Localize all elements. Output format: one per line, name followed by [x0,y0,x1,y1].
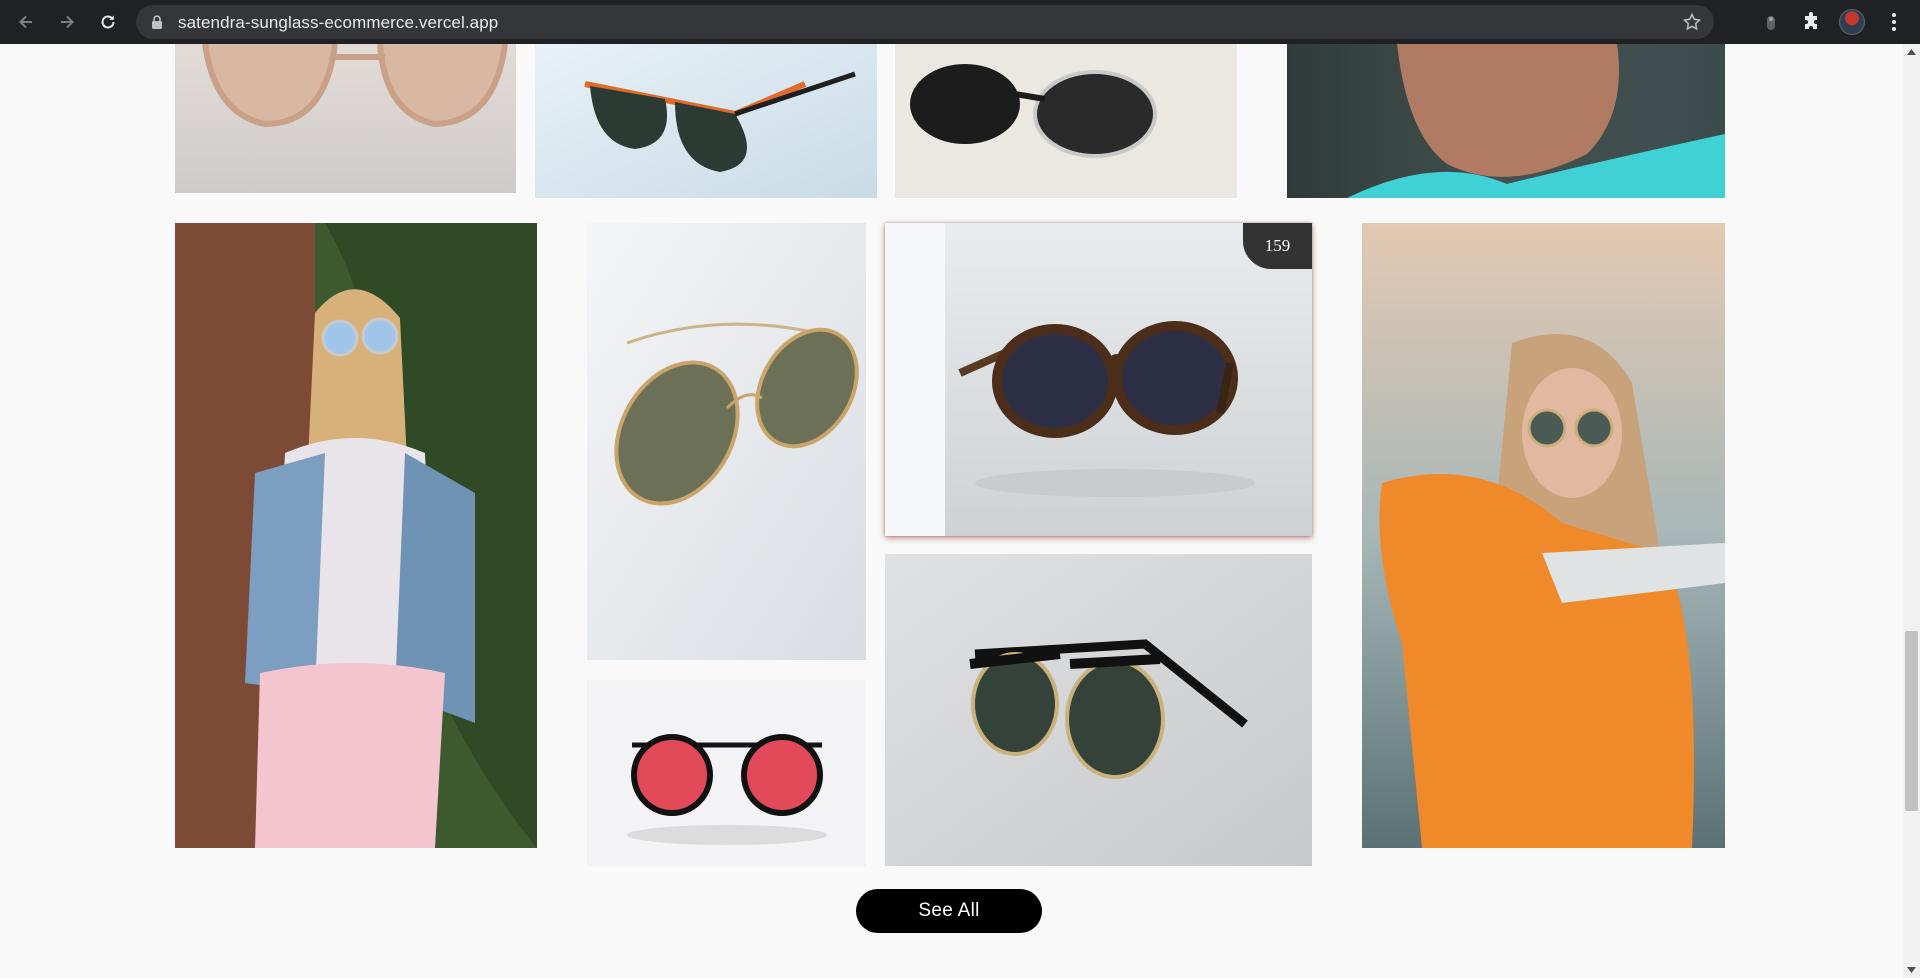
reload-button[interactable] [92,6,124,38]
scrollbar-track[interactable] [1903,44,1920,978]
product-photo[interactable] [895,44,1237,198]
avatar[interactable] [1839,9,1865,35]
scroll-up-arrow-icon[interactable] [1906,48,1917,56]
product-photo[interactable] [885,554,1312,866]
product-photo[interactable] [175,223,537,848]
price-badge: 159 [1243,223,1312,269]
back-button[interactable] [10,6,42,38]
featured-product-card[interactable]: 159 [885,223,1312,536]
beige-sunglasses-image [175,44,516,193]
product-photo[interactable] [175,44,516,193]
back-arrow-icon [19,15,32,29]
product-photo[interactable] [587,223,866,660]
black-clubmaster-sunglasses-image [885,554,1312,866]
red-mirror-sunglasses-image [587,680,866,866]
see-all-button[interactable]: See All [856,889,1042,933]
kebab-menu-icon[interactable] [1882,10,1906,34]
clubmaster-on-cloth-image [895,44,1237,198]
browser-toolbar: satendra-sunglass-ecommerce.vercel.app [0,0,1920,44]
woman-orange-hoodie-image [1362,223,1725,848]
lock-icon [152,15,162,29]
gold-round-sunglasses-image [587,223,866,660]
puzzle-icon[interactable] [1800,10,1824,34]
product-photo[interactable] [535,44,877,198]
scroll-down-arrow-icon[interactable] [1906,966,1917,974]
forward-arrow-icon [61,15,74,29]
url-text[interactable]: satendra-sunglass-ecommerce.vercel.app [178,13,498,33]
orange-trim-sunglasses-image [535,44,877,198]
forward-button[interactable] [51,6,83,38]
man-teal-shirt-image [1287,44,1725,198]
address-bar[interactable]: satendra-sunglass-ecommerce.vercel.app [136,5,1714,39]
extension-icon[interactable] [1759,10,1783,34]
tortoiseshell-sunglasses-image [885,223,1312,536]
reload-icon [101,15,115,29]
star-icon[interactable] [1682,12,1702,32]
product-photo[interactable] [1362,223,1725,848]
woman-denim-jacket-image [175,223,537,848]
scrollbar-thumb[interactable] [1905,631,1918,811]
product-photo[interactable] [1287,44,1725,198]
product-photo[interactable] [587,680,866,866]
